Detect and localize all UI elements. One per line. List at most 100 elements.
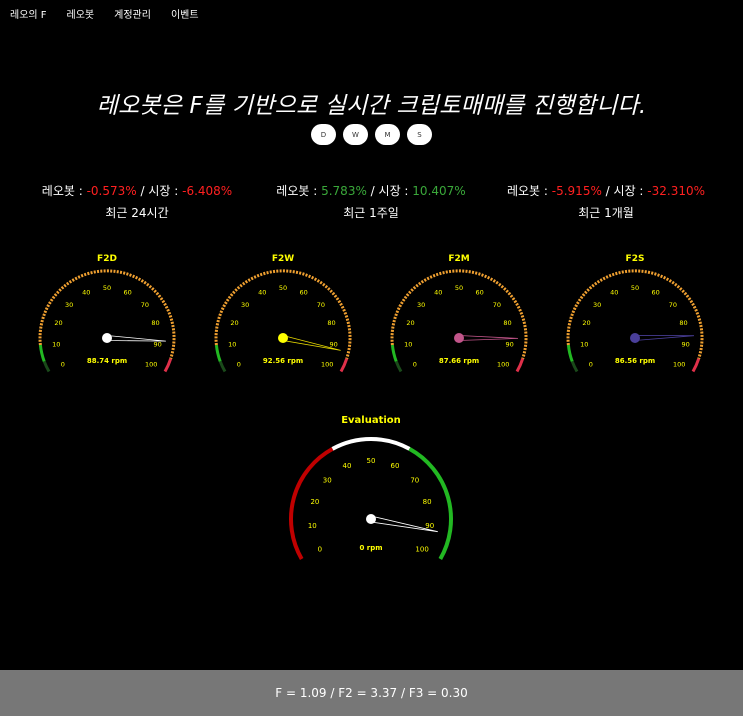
gauge-tick-label: 70	[141, 301, 149, 309]
gauge-tick-label: 70	[669, 301, 677, 309]
footer-metrics: F = 1.09 / F2 = 3.37 / F3 = 0.30	[275, 686, 468, 700]
gauge-tick-label: 40	[434, 288, 442, 296]
stat-period: 최근 1주일	[343, 206, 399, 220]
evaluation-tick-label: 10	[308, 522, 317, 530]
period-button-s[interactable]: S	[407, 124, 432, 145]
gauge-tick-label: 50	[279, 284, 287, 292]
gauge-title: F2M	[448, 254, 469, 264]
gauge-tick-label: 60	[124, 288, 132, 296]
gauge-band-red	[515, 358, 525, 373]
bot-return: 5.783%	[321, 184, 367, 198]
gauge-band-low	[42, 360, 51, 373]
gauge-tick-label: 20	[582, 319, 590, 327]
gauge-hub	[278, 333, 288, 343]
bot-return: -0.573%	[86, 184, 137, 198]
stat-1w: 레오봇 : 5.783% / 시장 : 10.407% 최근 1주일	[251, 182, 491, 221]
gauge-tick-label: 60	[476, 288, 484, 296]
market-return: -32.310%	[647, 184, 706, 198]
gauge-tick-label: 60	[300, 288, 308, 296]
gauge-tick-label: 100	[321, 361, 333, 369]
gauge-tick-label: 20	[230, 319, 238, 327]
gauge-title: F2W	[272, 254, 294, 264]
gauge-tick-label: 0	[589, 361, 593, 369]
headline: 레오봇은 F를 기반으로 실시간 크립토매매를 진행합니다.	[96, 93, 647, 119]
evaluation-gauge: Evaluation01020304050607080901000 rpm	[289, 415, 453, 560]
gauge-band-green	[214, 344, 222, 362]
gauge-tick-label: 80	[327, 319, 335, 327]
gauge-readout: 92.56 rpm	[263, 357, 303, 365]
period-button-day[interactable]: D	[311, 124, 336, 145]
evaluation-tick-label: 70	[410, 477, 419, 485]
gauge-f2m: F2M 0 10 20 30 40 50 60 70 80 90 100 87.66 rpm	[390, 254, 528, 373]
gauge-band-red	[339, 358, 349, 373]
gauges-panel: F2D010203040506070809010088.74 rpmF2W010…	[38, 254, 704, 560]
gauge-tick-label: 100	[497, 361, 509, 369]
gauge-tick-label: 70	[317, 301, 325, 309]
gauge-title: F2D	[97, 254, 117, 264]
gauge-readout: 87.66 rpm	[439, 357, 479, 365]
market-label: / 시장 :	[366, 184, 413, 198]
gauge-tick-label: 0	[61, 361, 65, 369]
gauge-tick-label: 10	[404, 340, 412, 348]
gauge-hub	[454, 333, 464, 343]
period-button-month[interactable]: M	[375, 124, 400, 145]
bot-label: 레오봇 :	[276, 184, 322, 198]
gauge-tick-label: 100	[673, 361, 685, 369]
evaluation-readout: 0 rpm	[359, 544, 382, 552]
gauge-readout: 86.56 rpm	[615, 357, 655, 365]
gauge-tick-label: 30	[593, 301, 601, 309]
gauge-hub	[630, 333, 640, 343]
gauge-tick-label: 40	[258, 288, 266, 296]
gauge-tick-label: 90	[330, 340, 338, 348]
gauge-hub	[102, 333, 112, 343]
stat-24h: 레오봇 : -0.573% / 시장 : -6.408% 최근 24시간	[17, 182, 257, 221]
gauge-band-low	[218, 360, 227, 373]
gauge-band-green	[390, 344, 398, 362]
gauge-tick-label: 90	[682, 340, 690, 348]
gauge-tick-label: 0	[413, 361, 417, 369]
gauge-tick-label: 30	[241, 301, 249, 309]
evaluation-tick-label: 40	[343, 462, 352, 470]
bot-label: 레오봇 :	[506, 184, 552, 198]
gauge-tick-label: 80	[503, 319, 511, 327]
gauge-tick-label: 40	[82, 288, 90, 296]
gauge-tick-label: 60	[652, 288, 660, 296]
evaluation-tick-label: 100	[415, 546, 428, 554]
stat-line: 레오봇 : -0.573% / 시장 : -6.408%	[17, 182, 257, 199]
evaluation-tick-label: 0	[318, 546, 322, 554]
period-button-week[interactable]: W	[343, 124, 368, 145]
market-return: 10.407%	[412, 184, 466, 198]
evaluation-hub	[366, 514, 376, 524]
gauge-tick-label: 20	[54, 319, 62, 327]
gauge-tick-label: 80	[679, 319, 687, 327]
evaluation-band-white	[331, 437, 411, 451]
nav-item-leo-f[interactable]: 레오의 F	[10, 6, 47, 21]
gauge-band-low	[394, 360, 403, 373]
gauge-band-green	[38, 344, 46, 362]
footer-bar: F = 1.09 / F2 = 3.37 / F3 = 0.30	[0, 670, 743, 716]
gauge-band-red	[691, 358, 701, 373]
gauge-tick-label: 70	[493, 301, 501, 309]
gauge-tick-label: 10	[52, 340, 60, 348]
stat-line: 레오봇 : -5.915% / 시장 : -32.310%	[486, 182, 726, 199]
gauge-tick-label: 100	[145, 361, 157, 369]
gauge-f2d: F2D 0 10 20 30 40 50 60 70 80 90 100 88.74 rpm	[38, 254, 176, 373]
stat-period: 최근 1개월	[578, 206, 634, 220]
gauge-tick-label: 20	[406, 319, 414, 327]
evaluation-tick-label: 30	[323, 477, 332, 485]
gauge-readout: 88.74 rpm	[87, 357, 127, 365]
gauge-tick-label: 40	[610, 288, 618, 296]
evaluation-tick-label: 20	[310, 498, 319, 506]
gauge-tick-label: 30	[65, 301, 73, 309]
bot-return: -5.915%	[551, 184, 602, 198]
gauge-tick-label: 50	[631, 284, 639, 292]
stat-1m: 레오봇 : -5.915% / 시장 : -32.310% 최근 1개월	[486, 182, 726, 221]
nav-item-event[interactable]: 이벤트	[171, 6, 199, 21]
nav-item-leobot[interactable]: 레오봇	[67, 6, 95, 21]
market-label: / 시장 :	[601, 184, 648, 198]
gauge-f2w: F2W 0 10 20 30 40 50 60 70 80 90 100 92.56 rpm	[214, 254, 352, 373]
stat-line: 레오봇 : 5.783% / 시장 : 10.407%	[251, 182, 491, 199]
nav-item-account[interactable]: 계정관리	[114, 6, 151, 21]
market-return: -6.408%	[182, 184, 233, 198]
bot-label: 레오봇 :	[41, 184, 87, 198]
